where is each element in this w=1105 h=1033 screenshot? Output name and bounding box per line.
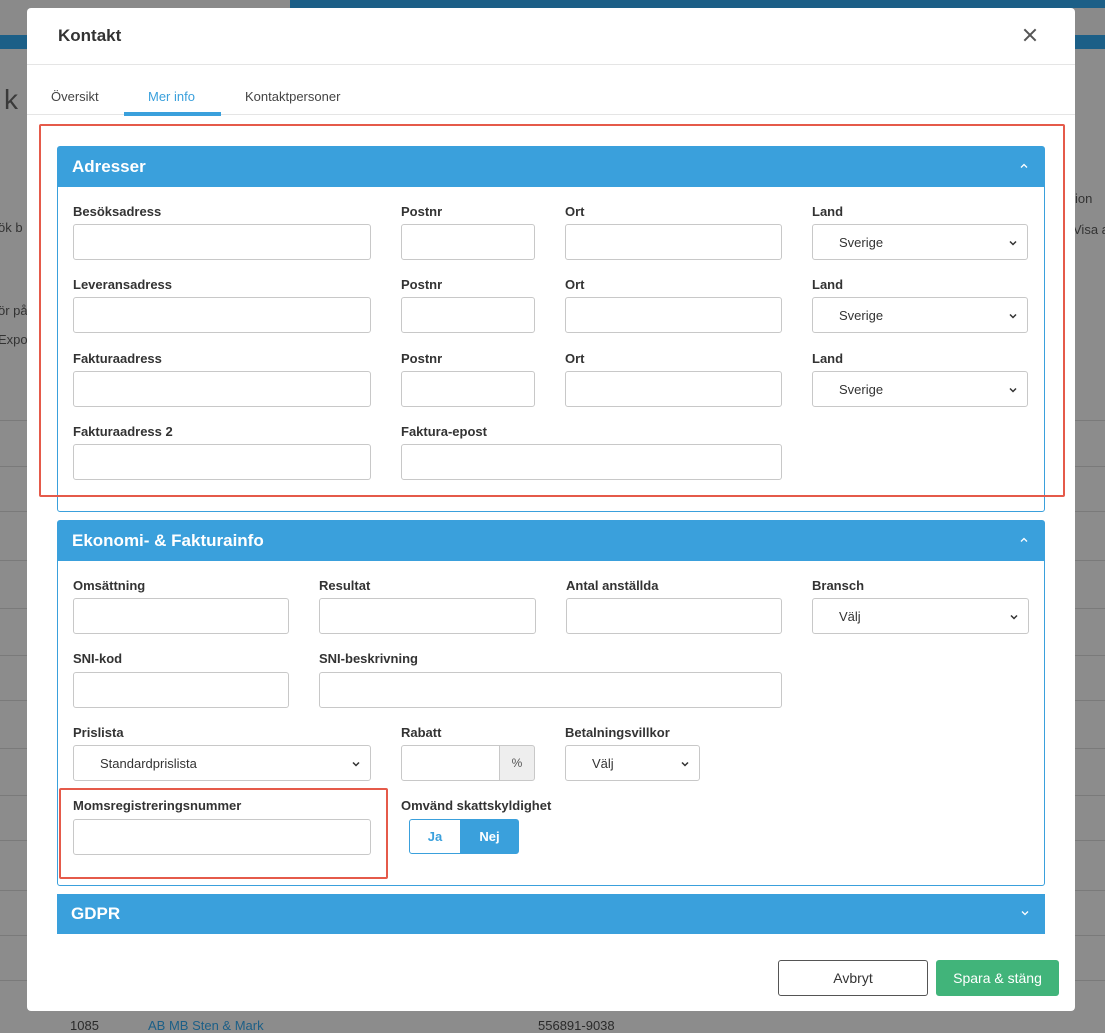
sni-beskrivning-input[interactable]	[319, 672, 782, 708]
land-label: Land	[812, 204, 844, 219]
ort-label: Ort	[565, 351, 585, 366]
besok-land-value: Sverige	[839, 235, 884, 250]
save-and-close-button[interactable]: Spara & stäng	[936, 960, 1059, 996]
gdpr-panel-header[interactable]: GDPR	[57, 894, 1045, 934]
background-right-text-2: Visa a	[1073, 222, 1105, 237]
prislista-label: Prislista	[73, 725, 124, 740]
background-row-company: AB MB Sten & Mark	[148, 1018, 264, 1033]
tab-oversikt[interactable]: Översikt	[51, 89, 99, 104]
besok-postnr-input[interactable]	[401, 224, 535, 260]
chevron-down-icon	[1007, 237, 1019, 249]
besok-ort-input[interactable]	[565, 224, 782, 260]
postnr-label: Postnr	[401, 277, 443, 292]
faktura-postnr-input[interactable]	[401, 371, 535, 407]
background-heading: k	[4, 84, 18, 115]
background-row-orgnr: 556891-9038	[538, 1018, 615, 1033]
addresses-panel-header[interactable]: Adresser	[58, 147, 1044, 187]
rabatt-input[interactable]	[401, 745, 500, 781]
background-export-text: Expo	[0, 332, 28, 347]
gdpr-title: GDPR	[71, 904, 121, 923]
gdpr-panel: GDPR	[57, 894, 1045, 934]
resultat-input[interactable]	[319, 598, 536, 634]
faktura-land-select[interactable]: Sverige	[812, 371, 1028, 407]
momsregistreringsnummer-label: Momsregistreringsnummer	[73, 798, 242, 813]
chevron-down-icon	[1008, 611, 1020, 623]
land-label: Land	[812, 351, 844, 366]
leverans-land-select[interactable]: Sverige	[812, 297, 1028, 333]
omsattning-label: Omsättning	[73, 578, 146, 593]
tab-mer-info[interactable]: Mer info	[148, 89, 195, 104]
fakturaadress-input[interactable]	[73, 371, 371, 407]
antal-anstallda-label: Antal anställda	[566, 578, 659, 593]
chevron-up-icon[interactable]	[1018, 534, 1030, 546]
postnr-label: Postnr	[401, 351, 443, 366]
sni-kod-input[interactable]	[73, 672, 289, 708]
betalningsvillkor-select[interactable]: Välj	[565, 745, 700, 781]
cancel-button[interactable]: Avbryt	[778, 960, 928, 996]
economy-title: Ekonomi- & Fakturainfo	[72, 531, 264, 550]
sni-beskrivning-label: SNI-beskrivning	[319, 651, 418, 666]
chevron-up-icon[interactable]	[1018, 160, 1030, 172]
postnr-label: Postnr	[401, 204, 443, 219]
betalningsvillkor-label: Betalningsvillkor	[565, 725, 670, 740]
prislista-value: Standardprislista	[100, 756, 197, 771]
besoksadress-label: Besöksadress	[73, 204, 162, 219]
modal-title: Kontakt	[58, 26, 122, 45]
bransch-label: Bransch	[812, 578, 865, 593]
antal-anstallda-input[interactable]	[566, 598, 782, 634]
resultat-label: Resultat	[319, 578, 371, 593]
besoksadress-input[interactable]	[73, 224, 371, 260]
chevron-down-icon	[679, 758, 691, 770]
addresses-panel: Adresser Besöksadress Postnr Ort Land Sv…	[57, 146, 1045, 512]
besok-land-select[interactable]: Sverige	[812, 224, 1028, 260]
faktura-epost-input[interactable]	[401, 444, 782, 480]
chevron-down-icon[interactable]	[1019, 907, 1031, 919]
economy-panel: Ekonomi- & Fakturainfo Omsättning Result…	[57, 520, 1045, 886]
background-search-text: ök b	[0, 220, 23, 235]
faktura-land-value: Sverige	[839, 382, 884, 397]
background-topbar	[290, 0, 1105, 8]
chevron-down-icon	[350, 758, 362, 770]
active-tab-indicator	[124, 112, 221, 116]
faktura-epost-label: Faktura-epost	[401, 424, 487, 439]
close-icon[interactable]	[1017, 22, 1043, 48]
background-row-number: 1085	[70, 1018, 99, 1033]
betalningsvillkor-value: Välj	[592, 756, 614, 771]
rabatt-label: Rabatt	[401, 725, 442, 740]
rabatt-percent-addon: %	[499, 745, 535, 781]
omvand-ja-toggle[interactable]: Ja	[409, 819, 461, 854]
tab-bar: Översikt Mer info Kontaktpersoner	[27, 65, 1075, 116]
leveransadress-label: Leveransadress	[73, 277, 173, 292]
leverans-ort-input[interactable]	[565, 297, 782, 333]
momsregistreringsnummer-input[interactable]	[73, 819, 371, 855]
sni-kod-label: SNI-kod	[73, 651, 123, 666]
omvand-nej-toggle[interactable]: Nej	[460, 819, 519, 854]
land-label: Land	[812, 277, 844, 292]
economy-panel-header[interactable]: Ekonomi- & Fakturainfo	[58, 521, 1044, 561]
contact-modal: Kontakt Översikt Mer info Kontaktpersone…	[27, 8, 1075, 1011]
leverans-land-value: Sverige	[839, 308, 884, 323]
ort-label: Ort	[565, 204, 585, 219]
chevron-down-icon	[1007, 310, 1019, 322]
background-right-text: ion	[1075, 191, 1093, 206]
leverans-postnr-input[interactable]	[401, 297, 535, 333]
omvand-skattskyldighet-label: Omvänd skattskyldighet	[401, 798, 552, 813]
leveransadress-input[interactable]	[73, 297, 371, 333]
ort-label: Ort	[565, 277, 585, 292]
fakturaadress-2-label: Fakturaadress 2	[73, 424, 173, 439]
background-filter-text: ör på	[0, 303, 28, 318]
fakturaadress-label: Fakturaadress	[73, 351, 162, 366]
modal-header: Kontakt	[27, 8, 1075, 65]
chevron-down-icon	[1007, 384, 1019, 396]
bransch-value: Välj	[839, 609, 861, 624]
omsattning-input[interactable]	[73, 598, 289, 634]
prislista-select[interactable]: Standardprislista	[73, 745, 371, 781]
fakturaadress-2-input[interactable]	[73, 444, 371, 480]
addresses-title: Adresser	[72, 157, 146, 176]
faktura-ort-input[interactable]	[565, 371, 782, 407]
bransch-select[interactable]: Välj	[812, 598, 1029, 634]
tab-kontaktpersoner[interactable]: Kontaktpersoner	[245, 89, 340, 104]
